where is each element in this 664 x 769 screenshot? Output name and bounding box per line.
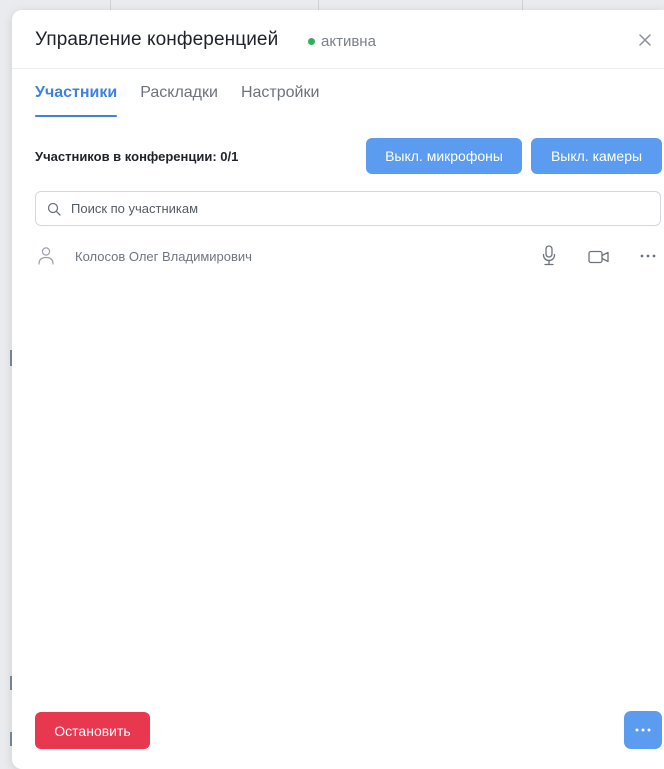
microphone-icon[interactable] xyxy=(541,244,557,268)
disable-cameras-button[interactable]: Выкл. камеры xyxy=(531,138,662,174)
tab-layouts[interactable]: Раскладки xyxy=(140,82,218,117)
dialog-header: Управление конференцией активна xyxy=(12,10,664,69)
status-dot-icon xyxy=(308,38,315,45)
tab-participants[interactable]: Участники xyxy=(35,82,118,117)
stop-conference-button[interactable]: Остановить xyxy=(35,712,150,749)
user-icon xyxy=(38,247,54,265)
search-box xyxy=(35,191,661,226)
participant-name: Колосов Олег Владимирович xyxy=(75,249,252,264)
status-label: активна xyxy=(321,33,376,50)
participants-count: Участников в конференции: 0/1 xyxy=(35,149,239,164)
conference-management-dialog: Управление конференцией активна Участник… xyxy=(12,10,664,769)
conference-status: активна xyxy=(308,33,376,50)
tab-bar: Участники Раскладки Настройки xyxy=(35,82,342,120)
tab-settings[interactable]: Настройки xyxy=(241,82,319,117)
more-icon xyxy=(635,728,651,732)
search-icon xyxy=(47,202,61,216)
close-icon[interactable] xyxy=(636,31,654,49)
more-icon[interactable] xyxy=(639,253,657,259)
mute-microphones-button[interactable]: Выкл. микрофоны xyxy=(366,138,522,174)
participant-row[interactable]: Колосов Олег Владимирович xyxy=(35,240,661,274)
dialog-title: Управление конференцией xyxy=(35,29,279,50)
search-input[interactable] xyxy=(69,200,633,217)
more-actions-button[interactable] xyxy=(624,711,662,749)
camera-icon[interactable] xyxy=(588,249,610,265)
